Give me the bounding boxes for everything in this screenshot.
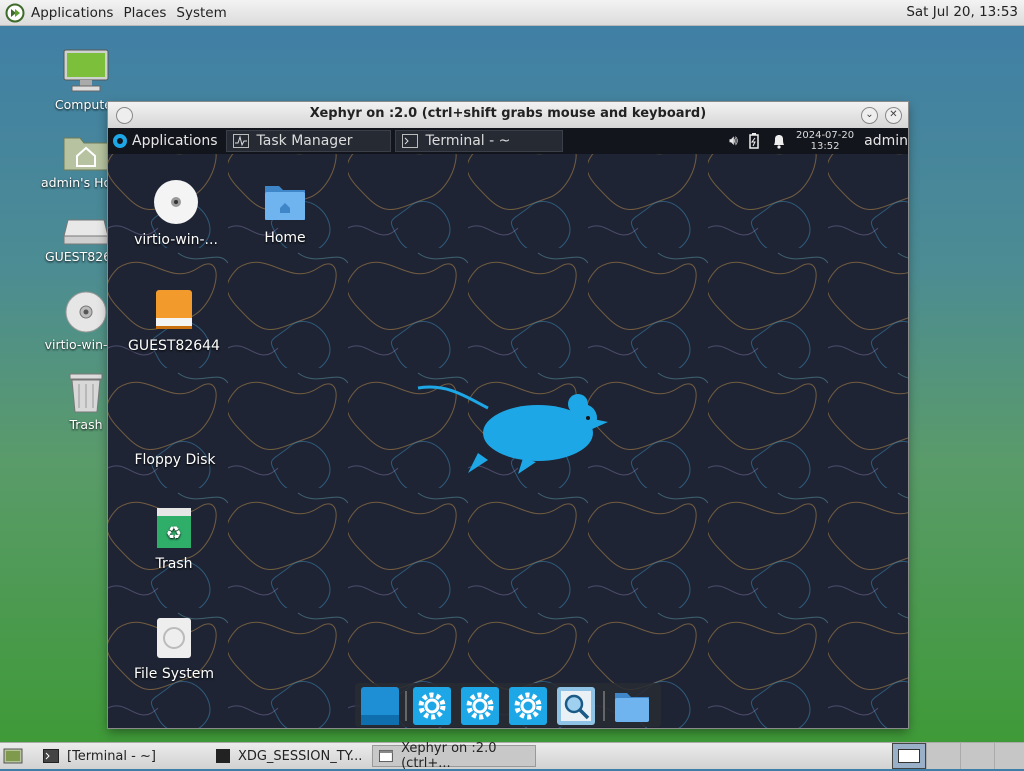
xephyr-screen[interactable]: Applications Task Manager Terminal - ~ 🔊… bbox=[108, 128, 908, 728]
notification-bell-icon[interactable] bbox=[772, 133, 786, 149]
xfce-task-terminal[interactable]: Terminal - ~ bbox=[394, 130, 563, 152]
host-task-label: [Terminal - ~] bbox=[67, 748, 156, 764]
mate-logo-icon[interactable] bbox=[5, 3, 25, 23]
host-clock[interactable]: Sat Jul 20, 13:53 bbox=[906, 4, 1018, 20]
xfce-applications-menu[interactable]: Applications bbox=[108, 128, 222, 154]
window-icon bbox=[379, 749, 394, 763]
xephyr-titlebar[interactable]: Xephyr on :2.0 (ctrl+shift grabs mouse a… bbox=[108, 102, 908, 128]
host-menu-applications[interactable]: Applications bbox=[31, 5, 113, 21]
host-task-label: XDG_SESSION_TY... bbox=[237, 748, 363, 764]
desktop-icon-label: Trash bbox=[155, 556, 193, 572]
desktop-icon-label: File System bbox=[133, 666, 215, 682]
desktop-icon-label: GUEST82644 bbox=[128, 338, 220, 354]
host-bottom-panel: [Terminal - ~] XDG_SESSION_TY... Xephyr … bbox=[0, 741, 1024, 771]
task-manager-icon bbox=[232, 134, 249, 148]
xfce-tray: 🔊︎ 2024-07-20 13:52 admin bbox=[729, 128, 908, 154]
task-label: Task Manager bbox=[256, 133, 353, 149]
clock-time: 13:52 bbox=[810, 141, 840, 152]
show-desktop-icon[interactable] bbox=[3, 748, 23, 764]
xfce-task-task-manager[interactable]: Task Manager bbox=[225, 130, 391, 152]
xfce-top-panel: Applications Task Manager Terminal - ~ 🔊… bbox=[108, 128, 908, 154]
terminal-icon bbox=[401, 134, 418, 148]
task-label: Terminal - ~ bbox=[425, 133, 511, 149]
volume-icon[interactable]: 🔊︎ bbox=[729, 133, 738, 149]
host-task-xdg[interactable]: XDG_SESSION_TY... bbox=[210, 745, 368, 767]
desktop-icon-home[interactable]: Home bbox=[235, 180, 335, 246]
settings-icon[interactable] bbox=[413, 687, 451, 725]
terminal-icon bbox=[215, 749, 230, 763]
desktop-icon-filesystem[interactable]: File System bbox=[124, 616, 224, 682]
clock-date: 2024-07-20 bbox=[796, 130, 855, 141]
drive-icon bbox=[156, 290, 192, 329]
folder-icon[interactable] bbox=[613, 687, 651, 725]
desktop-icon-cdrom[interactable]: virtio-win-... bbox=[126, 178, 226, 248]
show-desktop-icon[interactable] bbox=[361, 687, 399, 725]
home-folder-icon bbox=[63, 137, 109, 171]
desktop-icon-floppy[interactable]: Floppy Disk bbox=[125, 450, 225, 468]
xephyr-window[interactable]: Xephyr on :2.0 (ctrl+shift grabs mouse a… bbox=[108, 102, 908, 728]
cdrom-icon bbox=[154, 180, 198, 224]
xephyr-title: Xephyr on :2.0 (ctrl+shift grabs mouse a… bbox=[309, 106, 707, 121]
settings-icon[interactable] bbox=[461, 687, 499, 725]
xfce-dock bbox=[355, 683, 661, 727]
svg-text:♻: ♻ bbox=[166, 523, 182, 544]
desktop-icon-label: Floppy Disk bbox=[134, 452, 216, 468]
host-task-xephyr[interactable]: Xephyr on :2.0 (ctrl+... bbox=[372, 741, 537, 771]
drive-icon bbox=[63, 219, 109, 245]
trash-icon: ♻ bbox=[157, 508, 191, 548]
host-menu-system[interactable]: System bbox=[176, 5, 226, 21]
terminal-icon bbox=[43, 749, 59, 763]
host-task-label: Xephyr on :2.0 (ctrl+... bbox=[401, 741, 497, 771]
workspace-4[interactable] bbox=[994, 743, 1024, 769]
desktop-icon-label: virtio-win-... bbox=[134, 232, 218, 248]
desktop-icon-guest-drive[interactable]: GUEST82644 bbox=[124, 288, 224, 354]
close-button[interactable]: ✕ bbox=[885, 107, 902, 124]
desktop-icon-label: Home bbox=[264, 230, 306, 246]
xfce-logo-icon bbox=[113, 134, 127, 148]
workspace-2[interactable] bbox=[926, 743, 960, 769]
search-icon[interactable] bbox=[557, 687, 595, 725]
host-task-terminal[interactable]: [Terminal - ~] bbox=[37, 745, 162, 767]
battery-icon[interactable] bbox=[748, 133, 760, 149]
workspace-3[interactable] bbox=[960, 743, 994, 769]
xfce-clock[interactable]: 2024-07-20 13:52 bbox=[796, 130, 854, 152]
xfce-applications-label: Applications bbox=[132, 133, 218, 149]
cdrom-icon bbox=[65, 291, 107, 333]
settings-icon[interactable] bbox=[509, 687, 547, 725]
minimize-button[interactable]: ⌄ bbox=[861, 107, 878, 124]
host-top-panel: Applications Places System Sat Jul 20, 1… bbox=[0, 0, 1024, 26]
wallpaper-pattern bbox=[108, 128, 908, 728]
drive-icon bbox=[157, 618, 191, 658]
window-menu-button[interactable] bbox=[116, 107, 133, 124]
host-menu-places[interactable]: Places bbox=[123, 5, 166, 21]
home-folder-icon bbox=[265, 186, 305, 220]
trash-icon bbox=[69, 373, 103, 413]
computer-icon bbox=[63, 49, 109, 92]
desktop-icon-trash[interactable]: ♻ Trash bbox=[124, 506, 224, 572]
user-menu[interactable]: admin bbox=[864, 133, 908, 149]
workspace-1[interactable] bbox=[892, 743, 926, 769]
